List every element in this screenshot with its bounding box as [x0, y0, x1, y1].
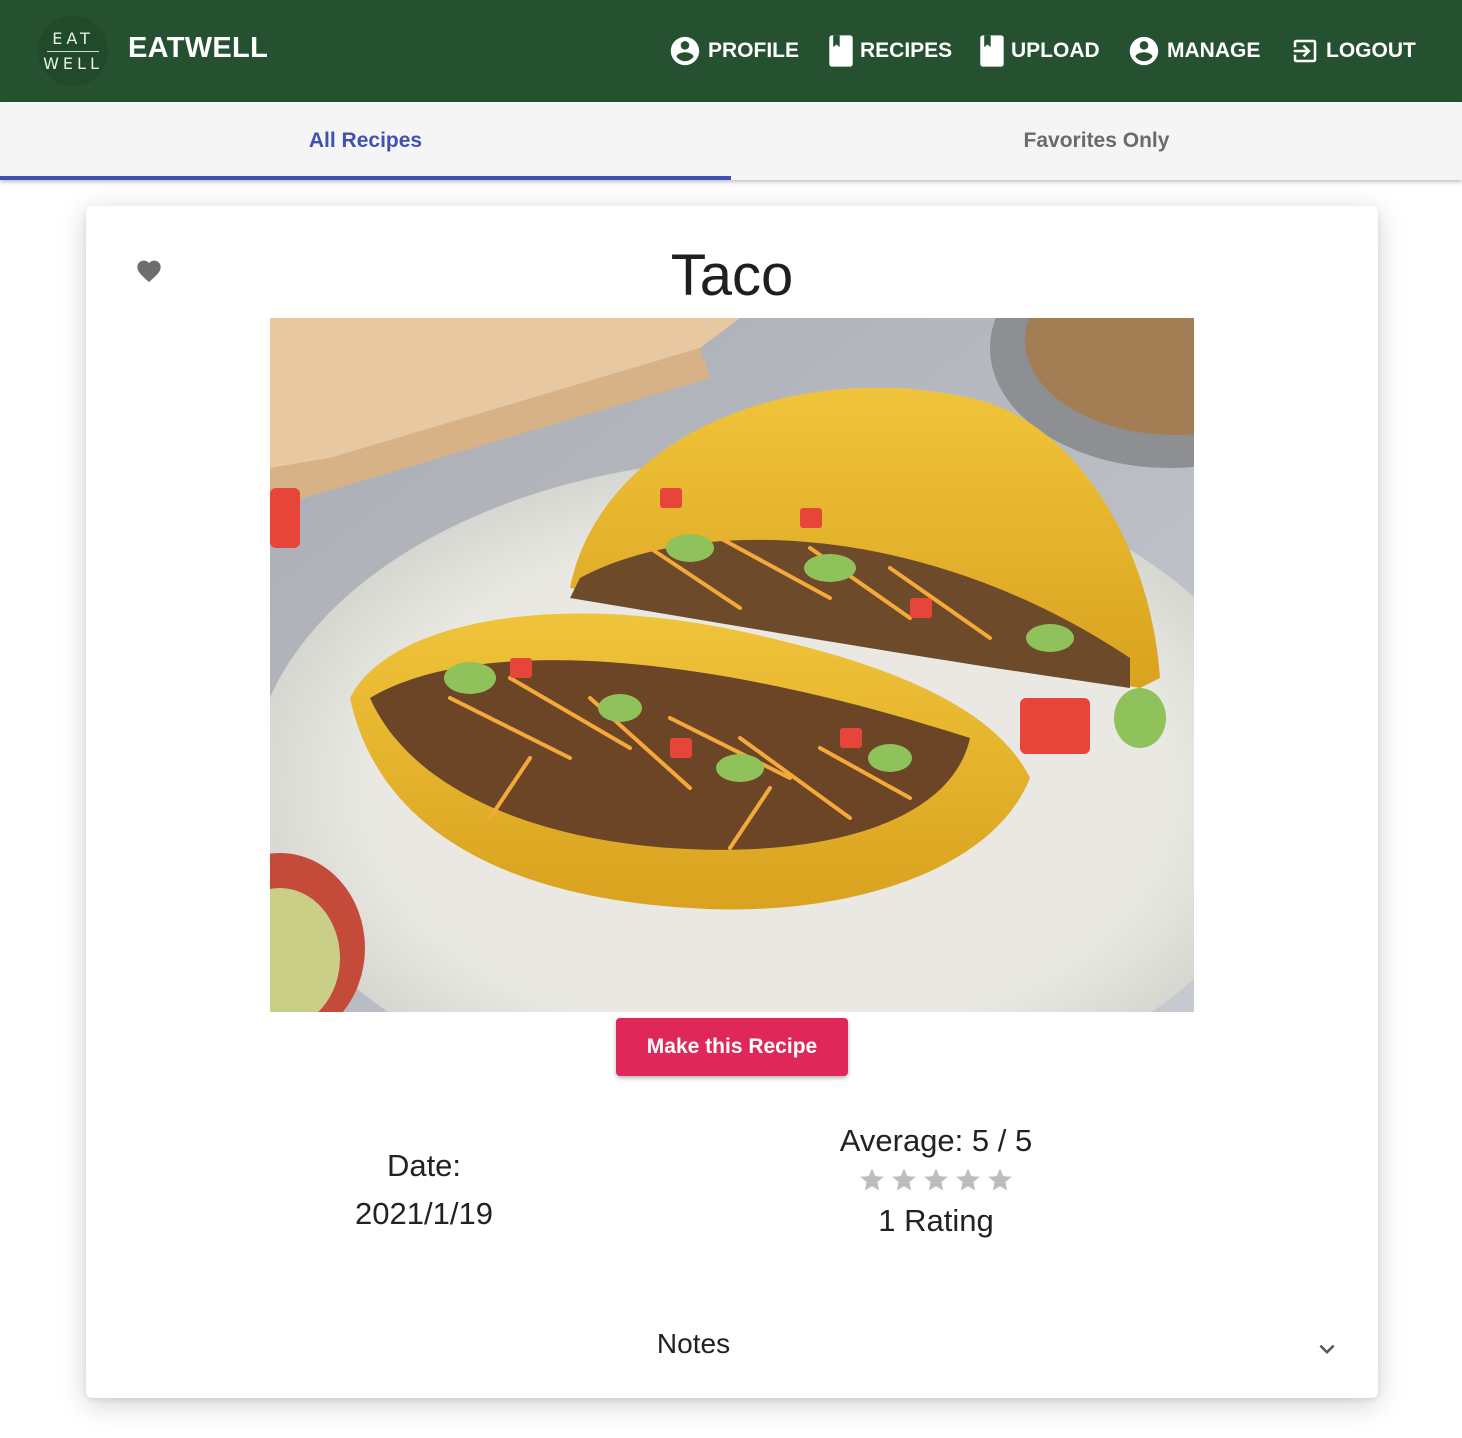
nav-upload-label: UPLOAD [1011, 39, 1100, 62]
logout-icon [1290, 36, 1320, 66]
nav-upload-button[interactable]: UPLOAD [979, 30, 1100, 72]
average-rating: Average: 5 / 5 [839, 1123, 1033, 1158]
star-rating[interactable] [786, 1166, 1086, 1196]
date-value: 2021/1/19 [355, 1196, 493, 1231]
nav-manage-button[interactable]: MANAGE [1127, 30, 1260, 72]
chevron-down-icon[interactable] [1312, 1334, 1342, 1364]
star-icon[interactable] [954, 1166, 982, 1194]
account-circle-icon [668, 34, 702, 68]
logo-text-top: EAT [52, 28, 94, 48]
notes-label: Notes [656, 1328, 731, 1359]
brand-title[interactable]: EATWELL [128, 32, 268, 65]
account-circle-icon [1127, 34, 1161, 68]
nav-profile-button[interactable]: PROFILE [668, 30, 799, 72]
date-label: Date: [386, 1148, 462, 1183]
date-info: Date: 2021/1/19 [274, 1142, 574, 1238]
app-bar: EAT WELL EATWELL PROFILE RECIPES UPLOAD … [0, 0, 1462, 102]
logo-text-bottom: WELL [43, 53, 103, 73]
star-icon[interactable] [890, 1166, 918, 1194]
nav-recipes-button[interactable]: RECIPES [828, 30, 952, 72]
nav-profile-label: PROFILE [708, 39, 800, 62]
star-icon[interactable] [922, 1166, 950, 1194]
rating-count: 1 Rating [878, 1203, 994, 1238]
recipe-photo [270, 318, 1194, 1012]
tab-all-recipes[interactable]: All Recipes [0, 102, 731, 180]
nav-logout-label: LOGOUT [1326, 39, 1416, 62]
recipe-card: Taco Make this Recipe Date: 2021/1/19 Av… [86, 206, 1378, 1398]
nav-manage-label: MANAGE [1167, 39, 1261, 62]
recipe-filter-tabs: All Recipes Favorites Only [0, 102, 1462, 180]
make-recipe-button[interactable]: Make this Recipe [616, 1018, 848, 1076]
notes-expander[interactable]: Notes [86, 1316, 1378, 1378]
rating-info: Average: 5 / 5 1 Rating [786, 1120, 1086, 1244]
book-icon [828, 34, 854, 68]
active-tab-indicator [0, 176, 731, 180]
star-icon[interactable] [986, 1166, 1014, 1194]
book-icon [979, 34, 1005, 68]
logo-fork-line [47, 50, 99, 52]
star-icon[interactable] [858, 1166, 886, 1194]
recipe-title: Taco [670, 243, 794, 308]
tab-favorites-only[interactable]: Favorites Only [731, 102, 1462, 180]
nav-recipes-label: RECIPES [860, 39, 953, 62]
eatwell-logo[interactable]: EAT WELL [38, 16, 108, 86]
nav-logout-button[interactable]: LOGOUT [1290, 30, 1416, 72]
